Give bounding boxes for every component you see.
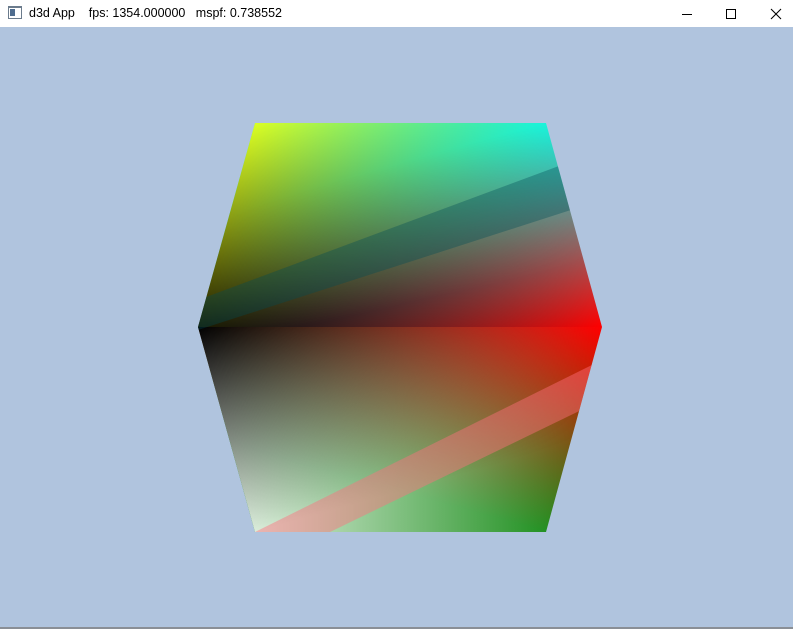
app-window-icon bbox=[8, 6, 22, 19]
maximize-icon bbox=[726, 8, 736, 19]
title-bar[interactable]: d3d App fps: 1354.000000 mspf: 0.738552 bbox=[0, 0, 793, 27]
app-window: d3d App fps: 1354.000000 mspf: 0.738552 bbox=[0, 0, 793, 629]
cube-render bbox=[198, 123, 602, 532]
render-viewport[interactable] bbox=[0, 27, 793, 627]
minimize-button[interactable] bbox=[664, 0, 710, 27]
minimize-icon bbox=[682, 13, 692, 15]
window-title: d3d App fps: 1354.000000 mspf: 0.738552 bbox=[29, 6, 282, 20]
close-button[interactable] bbox=[753, 0, 793, 27]
cube-face bbox=[198, 123, 602, 532]
close-icon bbox=[770, 8, 782, 19]
maximize-button[interactable] bbox=[708, 0, 754, 27]
